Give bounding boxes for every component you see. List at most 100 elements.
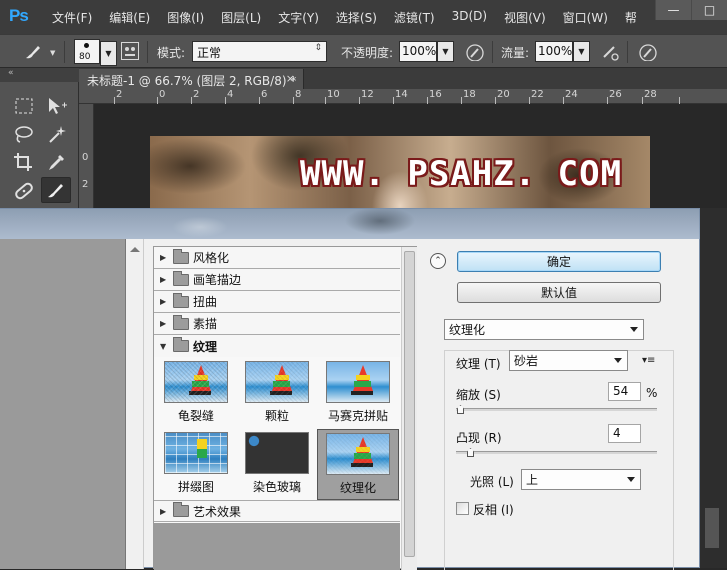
filter-patchwork[interactable]: 拼缀图 bbox=[155, 429, 237, 499]
flow-dropdown[interactable]: ▼ bbox=[573, 41, 590, 62]
brush-size-dropdown[interactable]: ▼ bbox=[100, 41, 117, 66]
light-value: 上 bbox=[526, 473, 539, 487]
filter-craquelure[interactable]: 龟裂缝 bbox=[155, 358, 237, 428]
lasso-tool[interactable] bbox=[9, 121, 39, 147]
maximize-button[interactable]: □ bbox=[691, 0, 727, 20]
panel-scrollbar-thumb[interactable] bbox=[705, 508, 719, 548]
category-label: 画笔描边 bbox=[193, 273, 242, 287]
menu-file[interactable]: 文件(F) bbox=[52, 9, 92, 26]
crop-tool[interactable] bbox=[9, 149, 39, 175]
filter-thumbnail bbox=[245, 432, 309, 474]
collapse-gallery-button[interactable]: ⌃ bbox=[430, 253, 446, 269]
watermark-text: WWW. PSAHZ. COM bbox=[300, 154, 623, 194]
filter-texturizer[interactable]: 纹理化 bbox=[317, 429, 399, 500]
filter-mosaic-tiles[interactable]: 马赛克拼贴 bbox=[317, 358, 399, 428]
category-artistic[interactable]: ▶ 艺术效果 bbox=[154, 500, 400, 522]
filter-select[interactable]: 纹理化 bbox=[444, 319, 644, 340]
texture-menu-icon[interactable]: ▾≡ bbox=[642, 355, 655, 366]
filter-label: 纹理化 bbox=[339, 481, 376, 495]
light-select[interactable]: 上 bbox=[521, 469, 641, 490]
updown-icon: ⇕ bbox=[314, 43, 322, 53]
filter-gallery-list: ▶ 风格化 ▶ 画笔描边 ▶ 扭曲 ▶ 素描 ▼ 纹理 龟裂缝 颗粒 马赛克拼贴… bbox=[153, 246, 417, 570]
canvas-photo[interactable]: WWW. PSAHZ. COM bbox=[150, 136, 650, 208]
category-stylize[interactable]: ▶ 风格化 bbox=[154, 247, 400, 269]
brush-panel-icon[interactable] bbox=[121, 42, 139, 60]
ruler-label: 0 bbox=[82, 152, 89, 163]
menu-help[interactable]: 帮 bbox=[625, 9, 637, 26]
category-sketch[interactable]: ▶ 素描 bbox=[154, 313, 400, 335]
tool-preset-dropdown-icon[interactable]: ▼ bbox=[50, 49, 55, 57]
opacity-dropdown[interactable]: ▼ bbox=[437, 41, 454, 62]
filter-stained-glass[interactable]: 染色玻璃 bbox=[236, 429, 318, 499]
expand-arrow-icon: ▶ bbox=[160, 297, 167, 306]
pressure-size-icon[interactable] bbox=[638, 43, 658, 61]
document-tab-title: 未标题-1 @ 66.7% (图层 2, RGB/8) * bbox=[87, 74, 297, 88]
document-tab[interactable]: 未标题-1 @ 66.7% (图层 2, RGB/8) * × bbox=[79, 69, 304, 89]
ok-button[interactable]: 确定 bbox=[457, 251, 661, 272]
canvas-area[interactable]: WWW. PSAHZ. COM bbox=[95, 104, 727, 208]
panel-scrollbar[interactable] bbox=[700, 208, 727, 568]
menu-type[interactable]: 文字(Y) bbox=[278, 9, 319, 26]
magic-wand-tool[interactable] bbox=[42, 121, 72, 147]
menu-edit[interactable]: 编辑(E) bbox=[109, 9, 150, 26]
gallery-scrollbar-thumb[interactable] bbox=[404, 251, 415, 557]
filter-grain[interactable]: 颗粒 bbox=[236, 358, 318, 428]
menu-view[interactable]: 视图(V) bbox=[504, 9, 546, 26]
relief-slider-track[interactable] bbox=[456, 451, 657, 454]
opacity-input[interactable]: 100% bbox=[399, 41, 437, 62]
category-texture[interactable]: ▼ 纹理 bbox=[154, 335, 400, 357]
default-button[interactable]: 默认值 bbox=[457, 282, 661, 303]
horizontal-ruler: 2 0 2 4 6 8 10 12 14 16 18 20 22 24 26 2… bbox=[79, 89, 727, 104]
scaling-slider-track[interactable] bbox=[456, 408, 657, 411]
flow-input[interactable]: 100% bbox=[535, 41, 573, 62]
invert-checkbox[interactable] bbox=[456, 502, 469, 515]
eyedropper-tool[interactable] bbox=[42, 149, 72, 175]
healing-brush-tool[interactable] bbox=[9, 178, 39, 204]
menu-image[interactable]: 图像(I) bbox=[167, 9, 204, 26]
ruler-label: 26 bbox=[609, 89, 622, 100]
marquee-tool[interactable] bbox=[9, 93, 39, 119]
magic-wand-icon bbox=[49, 126, 66, 143]
filter-label: 颗粒 bbox=[264, 409, 289, 423]
minimize-button[interactable]: — bbox=[655, 0, 691, 20]
relief-input[interactable]: 4 bbox=[608, 424, 641, 443]
ruler-label: 2 bbox=[193, 89, 200, 100]
filter-label: 染色玻璃 bbox=[252, 480, 301, 494]
tools-panel-collapse[interactable]: « bbox=[0, 68, 79, 82]
menu-window[interactable]: 窗口(W) bbox=[563, 9, 608, 26]
scroll-up-icon[interactable] bbox=[130, 247, 140, 252]
texture-select[interactable]: 砂岩 bbox=[509, 350, 628, 371]
filter-thumbnail bbox=[164, 432, 228, 474]
dropdown-arrow-icon bbox=[614, 358, 622, 363]
airbrush-icon[interactable] bbox=[600, 43, 620, 61]
filter-preview-area[interactable] bbox=[0, 239, 126, 569]
menu-layer[interactable]: 图层(L) bbox=[221, 9, 261, 26]
menu-3d[interactable]: 3D(D) bbox=[452, 9, 487, 26]
ruler-label: 10 bbox=[327, 89, 340, 100]
dialog-title-bar[interactable] bbox=[0, 209, 700, 239]
folder-icon bbox=[173, 248, 189, 264]
category-distort[interactable]: ▶ 扭曲 bbox=[154, 291, 400, 313]
ruler-label: 18 bbox=[463, 89, 476, 100]
category-brush-strokes[interactable]: ▶ 画笔描边 bbox=[154, 269, 400, 291]
brush-size-picker[interactable]: 80 bbox=[74, 39, 100, 64]
menu-select[interactable]: 选择(S) bbox=[336, 9, 377, 26]
gallery-scrollbar[interactable] bbox=[401, 247, 417, 570]
menu-filter[interactable]: 滤镜(T) bbox=[394, 9, 435, 26]
brush-tool[interactable] bbox=[41, 177, 71, 203]
ruler-label: 8 bbox=[295, 89, 302, 100]
move-tool[interactable] bbox=[42, 93, 72, 119]
pressure-opacity-icon[interactable] bbox=[465, 43, 485, 61]
mode-select[interactable]: 正常 ⇕ bbox=[192, 41, 327, 62]
scaling-label: 缩放 (S) bbox=[456, 388, 501, 402]
texture-value: 砂岩 bbox=[514, 354, 539, 368]
scaling-input[interactable]: 54 bbox=[608, 382, 641, 401]
close-icon[interactable]: × bbox=[286, 72, 295, 85]
ruler-label: 14 bbox=[395, 89, 408, 100]
mode-label: 模式: bbox=[157, 46, 186, 60]
preview-scrollbar[interactable] bbox=[126, 239, 144, 569]
brush-tool-icon[interactable] bbox=[22, 43, 44, 61]
expand-arrow-icon: ▶ bbox=[160, 275, 167, 284]
crop-icon bbox=[14, 153, 32, 171]
category-label: 艺术效果 bbox=[193, 504, 242, 519]
